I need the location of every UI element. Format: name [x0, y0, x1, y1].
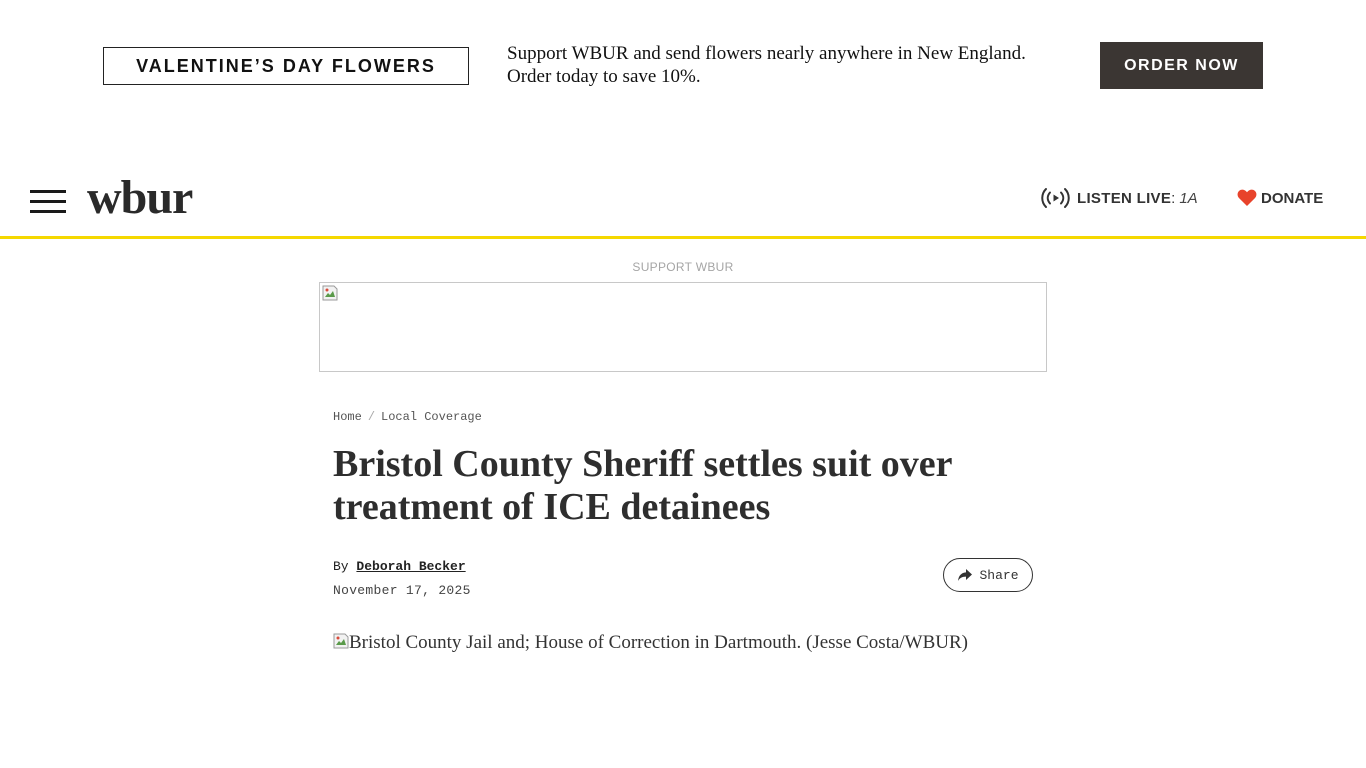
- publication-date: November 17, 2025: [333, 583, 471, 598]
- hero-image-alt-text: Bristol County Jail and; House of Correc…: [349, 632, 969, 653]
- site-header: wbur LISTEN LIVE : 1A DONATE: [0, 160, 1366, 239]
- listen-live-button[interactable]: LISTEN LIVE : 1A: [1040, 186, 1198, 210]
- broken-image-icon: [322, 285, 338, 301]
- byline: By Deborah Becker: [333, 559, 466, 574]
- donate-button[interactable]: DONATE: [1237, 186, 1323, 210]
- heart-icon: [1237, 189, 1257, 206]
- byline-prefix: By: [333, 559, 349, 574]
- promo-description: Support WBUR and send flowers nearly any…: [507, 43, 1026, 87]
- donate-label: DONATE: [1261, 189, 1324, 207]
- wbur-logo[interactable]: wbur: [87, 170, 193, 226]
- order-now-button[interactable]: ORDER NOW: [1100, 42, 1263, 89]
- breadcrumb-separator: /: [367, 410, 376, 424]
- broken-image-icon: [333, 633, 349, 649]
- support-wbur-label: SUPPORT WBUR: [632, 260, 734, 274]
- menu-hamburger-icon[interactable]: [30, 190, 66, 215]
- listen-live-separator: :: [1171, 189, 1176, 207]
- breadcrumb: Home / Local Coverage: [333, 410, 482, 424]
- radio-broadcast-icon: [1041, 188, 1070, 208]
- listen-live-station: 1A: [1179, 189, 1198, 207]
- promo-title[interactable]: VALENTINE’S DAY FLOWERS: [103, 47, 469, 85]
- promo-banner: VALENTINE’S DAY FLOWERS Support WBUR and…: [0, 0, 1366, 130]
- article-headline: Bristol County Sheriff settles suit over…: [333, 443, 952, 528]
- share-arrow-icon: [958, 569, 973, 581]
- advertisement-slot[interactable]: [319, 282, 1047, 372]
- listen-live-label: LISTEN LIVE: [1077, 189, 1172, 207]
- author-link[interactable]: Deborah Becker: [356, 559, 465, 574]
- hero-image: Bristol County Jail and; House of Correc…: [333, 632, 968, 654]
- share-label: Share: [979, 567, 1019, 583]
- breadcrumb-local-coverage[interactable]: Local Coverage: [381, 410, 482, 424]
- share-button[interactable]: Share: [943, 558, 1033, 592]
- breadcrumb-home[interactable]: Home: [333, 410, 362, 424]
